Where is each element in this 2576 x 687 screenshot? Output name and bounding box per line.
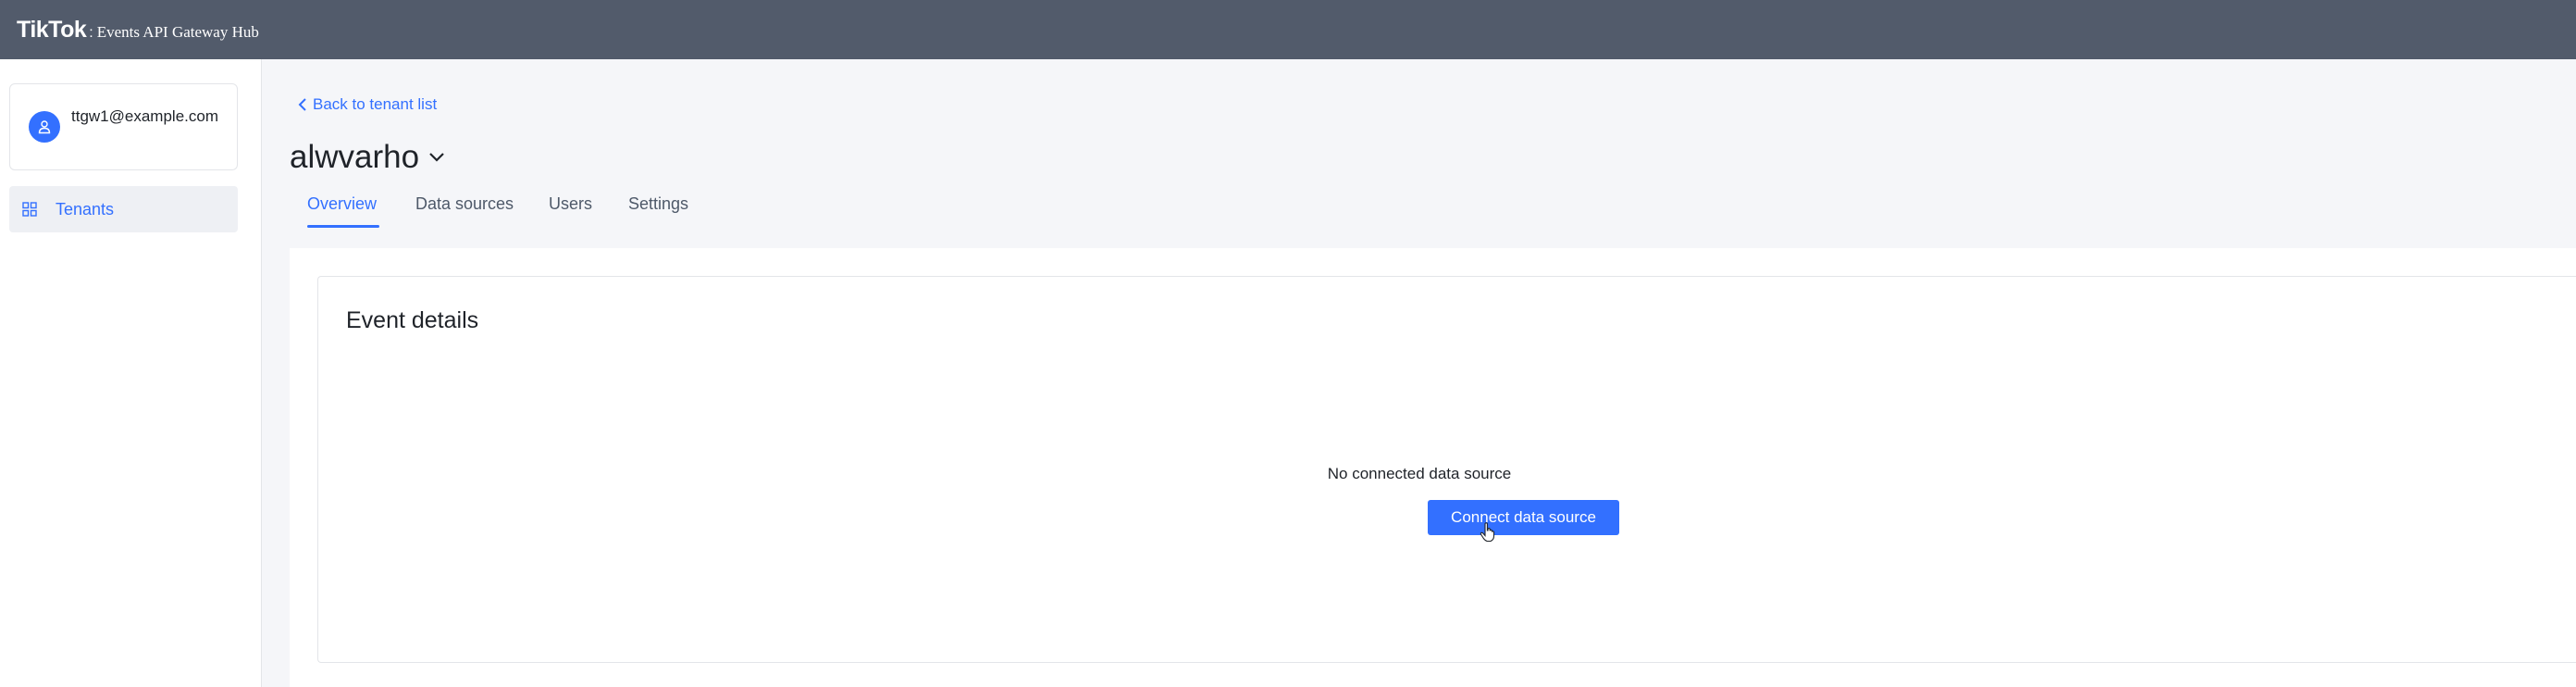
- card-title: Event details: [346, 307, 479, 333]
- product-name: Events API Gateway Hub: [96, 22, 259, 41]
- empty-state-message: No connected data source: [1327, 465, 1512, 482]
- sidebar-item-label: Tenants: [56, 199, 115, 219]
- tab-settings[interactable]: Settings: [628, 194, 688, 214]
- brand[interactable]: TikTok : Events API Gateway Hub: [17, 17, 259, 44]
- brand-separator: :: [89, 24, 93, 41]
- tab-data-sources[interactable]: Data sources: [415, 194, 514, 214]
- chevron-down-icon: [429, 153, 444, 162]
- grid-icon: [22, 202, 37, 217]
- connect-data-source-button[interactable]: Connect data source: [1428, 500, 1619, 535]
- tab-users[interactable]: Users: [549, 194, 592, 214]
- hand-cursor-icon: [1480, 522, 1495, 543]
- chevron-left-icon: [298, 98, 306, 111]
- sidebar: ttgw1@example.com Tenants: [0, 59, 262, 687]
- event-details-card: Event details No connected data source C…: [317, 276, 2576, 663]
- user-email: ttgw1@example.com: [71, 107, 218, 125]
- top-header: TikTok : Events API Gateway Hub: [0, 0, 2576, 59]
- user-card[interactable]: ttgw1@example.com: [9, 83, 238, 170]
- tiktok-logo: TikTok: [17, 16, 87, 43]
- user-icon: [38, 120, 51, 134]
- tenant-selector[interactable]: alwvarho: [290, 139, 445, 176]
- back-to-tenant-list-link[interactable]: Back to tenant list: [298, 95, 437, 114]
- active-tab-indicator: [307, 225, 379, 228]
- sidebar-item-tenants[interactable]: Tenants: [9, 186, 238, 232]
- back-link-label: Back to tenant list: [313, 95, 438, 113]
- tab-overview[interactable]: Overview: [307, 194, 377, 214]
- tenant-name: alwvarho: [290, 139, 420, 175]
- avatar: [29, 111, 60, 143]
